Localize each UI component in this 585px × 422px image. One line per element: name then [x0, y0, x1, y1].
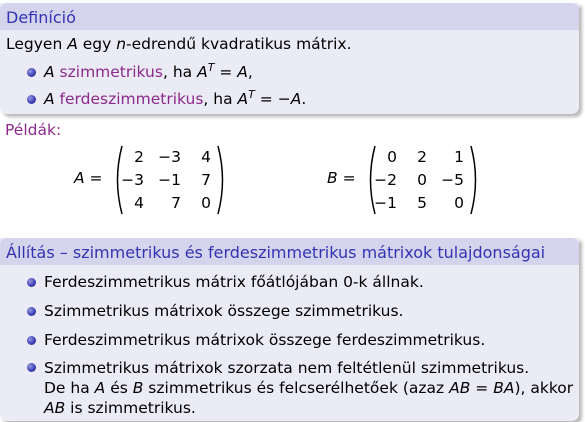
matrix-cell: 1 [454, 148, 464, 166]
line-text: is szimmetrikus. [65, 399, 196, 417]
matrix-cell: 0 [417, 171, 427, 189]
matrix-cell: 4 [201, 148, 211, 166]
matrix-cell: −5 [441, 171, 464, 189]
right-bracket [470, 145, 477, 215]
matrix-product-symbol: AB [449, 379, 471, 397]
matrix-a-equation: A = 2 −3 4 −3 −1 7 4 7 0 [74, 145, 254, 215]
line-text: és [105, 379, 133, 397]
matrix-cell: 7 [201, 171, 211, 189]
definition-block: Definíció Legyen A egy n-edrendű kvadrat… [0, 3, 579, 114]
item-punct: , [247, 63, 253, 81]
item-text: , ha [162, 63, 198, 81]
matrix-product-symbol: AB [44, 399, 66, 417]
item-punct: . [301, 90, 307, 108]
matrix-cell: 7 [171, 194, 181, 212]
matrix-cell: 2 [417, 148, 427, 166]
term-symmetric: szimmetrikus [59, 63, 163, 81]
right-bracket [217, 145, 224, 215]
matrix-cell: −1 [158, 171, 181, 189]
theorem-block: Állítás – szimmetrikus és ferdeszimmetri… [0, 238, 579, 421]
bullet-icon [27, 336, 36, 345]
intro-order-symbol: n [116, 35, 127, 53]
matrix-symbol: A [94, 379, 106, 397]
matrix-cell: 4 [134, 194, 144, 212]
definition-title: Definíció [0, 3, 579, 30]
intro-text: Legyen [6, 35, 68, 53]
matrix-symbol: B [132, 379, 144, 397]
examples-label: Példák: [5, 121, 62, 139]
theorem-item-line: AB is szimmetrikus. [44, 398, 573, 418]
bullet-icon [27, 307, 36, 316]
matrix-cell: 0 [387, 148, 397, 166]
equals-sign: = [337, 169, 356, 187]
line-text: De ha [44, 379, 95, 397]
line-text: ), akkor [514, 379, 574, 397]
matrix-symbol: A [44, 90, 55, 108]
definition-item-symmetric: A szimmetrikus, ha AT = A, [6, 59, 573, 86]
definition-intro: Legyen A egy n-edrendű kvadratikus mátri… [6, 30, 573, 59]
theorem-item-product: Szimmetrikus mátrixok szorzata nem felté… [6, 354, 573, 418]
theorem-item: Ferdeszimmetrikus mátrixok összege ferde… [6, 325, 573, 354]
bullet-icon [27, 278, 36, 287]
theorem-item: Ferdeszimmetrikus mátrix főátlójában 0-k… [6, 267, 573, 296]
matrix-product-symbol: BA [493, 379, 515, 397]
matrix-symbol: A [237, 90, 249, 108]
theorem-item-line: De ha A és B szimmetrikus és felcserélhe… [44, 378, 573, 398]
theorem-title: Állítás – szimmetrikus és ferdeszimmetri… [0, 238, 579, 265]
matrix-b-symbol: B [327, 169, 338, 187]
matrix-a-name: A = [74, 169, 103, 187]
matrix-b-name: B = [327, 169, 356, 187]
matrix-symbol: A [237, 63, 248, 81]
equals-sign: = [84, 169, 103, 187]
transpose-symbol: T [248, 88, 255, 101]
matrix-cell: 0 [201, 194, 211, 212]
matrix-cell: −3 [121, 171, 144, 189]
intro-matrix-symbol: A [67, 35, 78, 53]
theorem-item-text: Ferdeszimmetrikus mátrixok összege ferde… [44, 331, 486, 349]
matrix-cell: 0 [454, 194, 464, 212]
equals-sign: = [214, 63, 238, 81]
matrix-cell: −1 [374, 194, 397, 212]
definition-item-skew-symmetric: A ferdeszimmetrikus, ha AT = −A. [6, 86, 573, 113]
definition-body: Legyen A egy n-edrendű kvadratikus mátri… [0, 30, 579, 113]
intro-text: -edrendű kvadratikus mátrix. [126, 35, 352, 53]
theorem-item-text: Ferdeszimmetrikus mátrix főátlójában 0-k… [44, 273, 424, 291]
matrix-cell: 2 [134, 148, 144, 166]
bullet-icon [27, 363, 36, 372]
theorem-item: Szimmetrikus mátrixok összege szimmetrik… [6, 296, 573, 325]
matrix-a-symbol: A [74, 169, 85, 187]
equals-sign: = − [254, 90, 291, 108]
matrix-symbol: A [44, 63, 55, 81]
theorem-item-text: Szimmetrikus mátrixok összege szimmetrik… [44, 302, 404, 320]
theorem-body: Ferdeszimmetrikus mátrix főátlójában 0-k… [0, 265, 579, 418]
matrix-b-equation: B = 0 2 1 −2 0 −5 −1 5 0 [327, 145, 507, 215]
bullet-icon [27, 68, 36, 77]
matrix-cell: −2 [374, 171, 397, 189]
equals-sign: = [470, 379, 494, 397]
matrix-symbol: A [197, 63, 208, 81]
theorem-item-line: Szimmetrikus mátrixok szorzata nem felté… [44, 359, 530, 377]
term-skew-symmetric: ferdeszimmetrikus [59, 90, 204, 108]
matrix-symbol: A [290, 90, 302, 108]
matrix-cell: −3 [158, 148, 181, 166]
intro-text: egy [77, 35, 117, 53]
bullet-icon [27, 95, 36, 104]
item-text: , ha [203, 90, 238, 108]
line-text: szimmetrikus és felcserélhetőek (azaz [143, 379, 450, 397]
matrix-cell: 5 [417, 194, 427, 212]
